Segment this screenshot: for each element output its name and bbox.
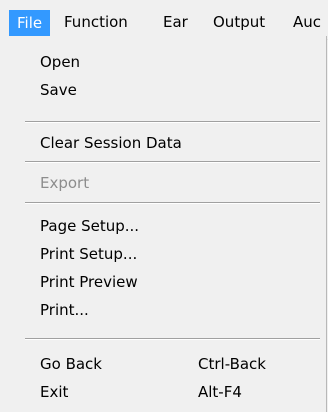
menu-item-go-back[interactable]: Go Back Ctrl-Back (0, 350, 320, 378)
menu-item-go-back-shortcut: Ctrl-Back (198, 355, 266, 373)
menu-separator (25, 161, 320, 163)
menu-item-clear-session-data[interactable]: Clear Session Data (0, 129, 320, 157)
menu-item-print-setup[interactable]: Print Setup... (0, 240, 320, 268)
menu-item-print-preview-label: Print Preview (40, 273, 138, 291)
menu-item-save-label: Save (40, 81, 77, 99)
file-dropdown-menu: Open Save Clear Session Data Export Page… (0, 36, 327, 412)
menu-item-export-label: Export (40, 174, 90, 192)
menu-ear[interactable]: Ear (163, 11, 188, 33)
menu-item-open[interactable]: Open (0, 48, 320, 76)
menu-item-clear-session-data-label: Clear Session Data (40, 134, 182, 152)
menu-separator (25, 121, 320, 123)
menu-item-print-setup-label: Print Setup... (40, 245, 138, 263)
menu-item-export: Export (0, 169, 320, 197)
menu-separator (25, 338, 320, 340)
menu-audio-partial[interactable]: Auc (293, 11, 321, 33)
menu-item-exit[interactable]: Exit Alt-F4 (0, 378, 320, 406)
menu-function[interactable]: Function (64, 11, 128, 33)
menu-item-print-preview[interactable]: Print Preview (0, 268, 320, 296)
menu-separator (25, 202, 320, 204)
menu-item-exit-label: Exit (40, 383, 69, 401)
menu-item-exit-shortcut: Alt-F4 (198, 383, 242, 401)
menu-item-print[interactable]: Print... (0, 296, 320, 324)
menu-item-save[interactable]: Save (0, 76, 320, 104)
menu-item-print-label: Print... (40, 301, 89, 319)
menu-item-page-setup-label: Page Setup... (40, 217, 140, 235)
menu-output[interactable]: Output (213, 11, 265, 33)
menu-item-open-label: Open (40, 53, 81, 71)
menu-bar: File Function Ear Output Auc (0, 0, 328, 40)
menu-file[interactable]: File (9, 10, 51, 36)
menu-item-go-back-label: Go Back (40, 355, 102, 373)
menu-item-page-setup[interactable]: Page Setup... (0, 212, 320, 240)
